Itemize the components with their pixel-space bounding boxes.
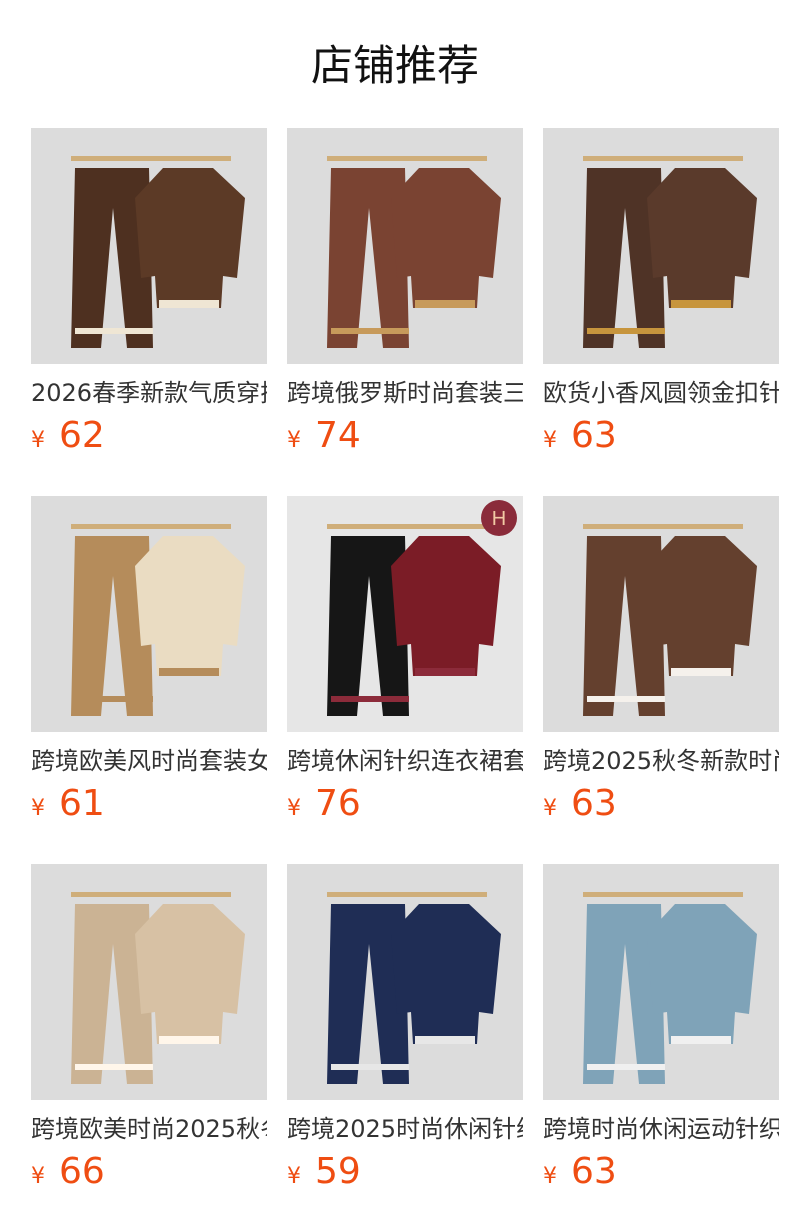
hanger-rail (327, 892, 487, 897)
product-name[interactable]: 跨境欧美风时尚套装女 (31, 746, 267, 776)
garment-accent (415, 300, 475, 308)
product-card[interactable]: 跨境时尚休闲运动针织套装 ¥63 (543, 864, 779, 1194)
product-price: ¥63 (543, 416, 779, 456)
product-name[interactable]: 跨境休闲针织连衣裙套装 (287, 746, 523, 776)
currency-symbol: ¥ (31, 428, 45, 453)
price-amount: 76 (315, 783, 361, 824)
product-card[interactable]: 跨境俄罗斯时尚套装三件套 ¥74 (287, 128, 523, 458)
price-amount: 59 (315, 1151, 361, 1192)
hanger-rail (583, 156, 743, 161)
hanger-rail (71, 156, 231, 161)
product-card[interactable]: 跨境2025时尚休闲针织 ¥59 (287, 864, 523, 1194)
product-card[interactable]: H 跨境休闲针织连衣裙套装 ¥76 (287, 496, 523, 826)
product-price: ¥74 (287, 416, 523, 456)
hanger-rail (583, 892, 743, 897)
product-image[interactable] (287, 128, 523, 364)
product-price: ¥62 (31, 416, 267, 456)
product-card[interactable]: 跨境欧美风时尚套装女 ¥61 (31, 496, 267, 826)
price-amount: 61 (59, 783, 105, 824)
price-amount: 66 (59, 1151, 105, 1192)
garment-accent (159, 300, 219, 308)
garment-accent (587, 696, 665, 702)
product-image[interactable] (31, 864, 267, 1100)
clothing-illustration (287, 128, 523, 364)
currency-symbol: ¥ (31, 1164, 45, 1189)
product-price: ¥61 (31, 784, 267, 824)
hanger-rail (327, 524, 487, 529)
price-amount: 63 (571, 1151, 617, 1192)
garment-accent (331, 696, 409, 702)
currency-symbol: ¥ (543, 1164, 557, 1189)
clothing-illustration (543, 864, 779, 1100)
product-name[interactable]: 2026春季新款气质穿搭 (31, 378, 267, 408)
hanger-rail (71, 524, 231, 529)
currency-symbol: ¥ (287, 1164, 301, 1189)
product-name[interactable]: 跨境2025秋冬新款时尚 (543, 746, 779, 776)
garment-accent (75, 696, 153, 702)
product-image[interactable] (31, 128, 267, 364)
garment-accent (671, 1036, 731, 1044)
garment-accent (75, 1064, 153, 1070)
product-name[interactable]: 跨境时尚休闲运动针织套装 (543, 1114, 779, 1144)
clothing-illustration (543, 128, 779, 364)
garment-accent (159, 668, 219, 676)
clothing-illustration: H (287, 496, 523, 732)
product-image[interactable]: H (287, 496, 523, 732)
garment-accent (75, 328, 153, 334)
garment-accent (331, 328, 409, 334)
garment-accent (671, 668, 731, 676)
product-image[interactable] (543, 128, 779, 364)
clothing-illustration (31, 496, 267, 732)
product-card[interactable]: 跨境欧美时尚2025秋冬 ¥66 (31, 864, 267, 1194)
hanger-rail (327, 156, 487, 161)
product-image[interactable] (543, 864, 779, 1100)
currency-symbol: ¥ (543, 428, 557, 453)
product-grid: 2026春季新款气质穿搭 ¥62 跨境俄罗斯时尚套装三件套 ¥74 欧货小香风圆领金扣针… (31, 128, 790, 1232)
product-card[interactable]: 2026春季新款气质穿搭 ¥62 (31, 128, 267, 458)
garment-accent (415, 1036, 475, 1044)
currency-symbol: ¥ (287, 428, 301, 453)
clothing-illustration (287, 864, 523, 1100)
garment-accent (671, 300, 731, 308)
product-card[interactable]: 欧货小香风圆领金扣针织 ¥63 (543, 128, 779, 458)
garment-accent (587, 328, 665, 334)
garment-accent (415, 668, 475, 676)
currency-symbol: ¥ (31, 796, 45, 821)
shop-recommend-page: 店铺推荐 2026春季新款气质穿搭 ¥62 跨境俄罗斯时尚套装三件套 ¥74 欧货小香风… (0, 0, 790, 1232)
price-amount: 63 (571, 415, 617, 456)
price-amount: 63 (571, 783, 617, 824)
price-amount: 62 (59, 415, 105, 456)
product-price: ¥76 (287, 784, 523, 824)
product-image[interactable] (543, 496, 779, 732)
garment-accent (587, 1064, 665, 1070)
garment-accent (331, 1064, 409, 1070)
product-name[interactable]: 跨境欧美时尚2025秋冬 (31, 1114, 267, 1144)
product-price: ¥66 (31, 1152, 267, 1192)
product-name[interactable]: 跨境2025时尚休闲针织 (287, 1114, 523, 1144)
clothing-illustration (543, 496, 779, 732)
product-image[interactable] (31, 496, 267, 732)
brand-badge-text: H (492, 508, 506, 530)
section-title: 店铺推荐 (310, 41, 479, 90)
product-name[interactable]: 跨境俄罗斯时尚套装三件套 (287, 378, 523, 408)
product-card[interactable]: 跨境2025秋冬新款时尚 ¥63 (543, 496, 779, 826)
currency-symbol: ¥ (543, 796, 557, 821)
product-image[interactable] (287, 864, 523, 1100)
product-price: ¥59 (287, 1152, 523, 1192)
hanger-rail (71, 892, 231, 897)
currency-symbol: ¥ (287, 796, 301, 821)
hanger-rail (583, 524, 743, 529)
product-price: ¥63 (543, 784, 779, 824)
garment-accent (159, 1036, 219, 1044)
product-name[interactable]: 欧货小香风圆领金扣针织 (543, 378, 779, 408)
clothing-illustration (31, 864, 267, 1100)
product-price: ¥63 (543, 1152, 779, 1192)
price-amount: 74 (315, 415, 361, 456)
clothing-illustration (31, 128, 267, 364)
